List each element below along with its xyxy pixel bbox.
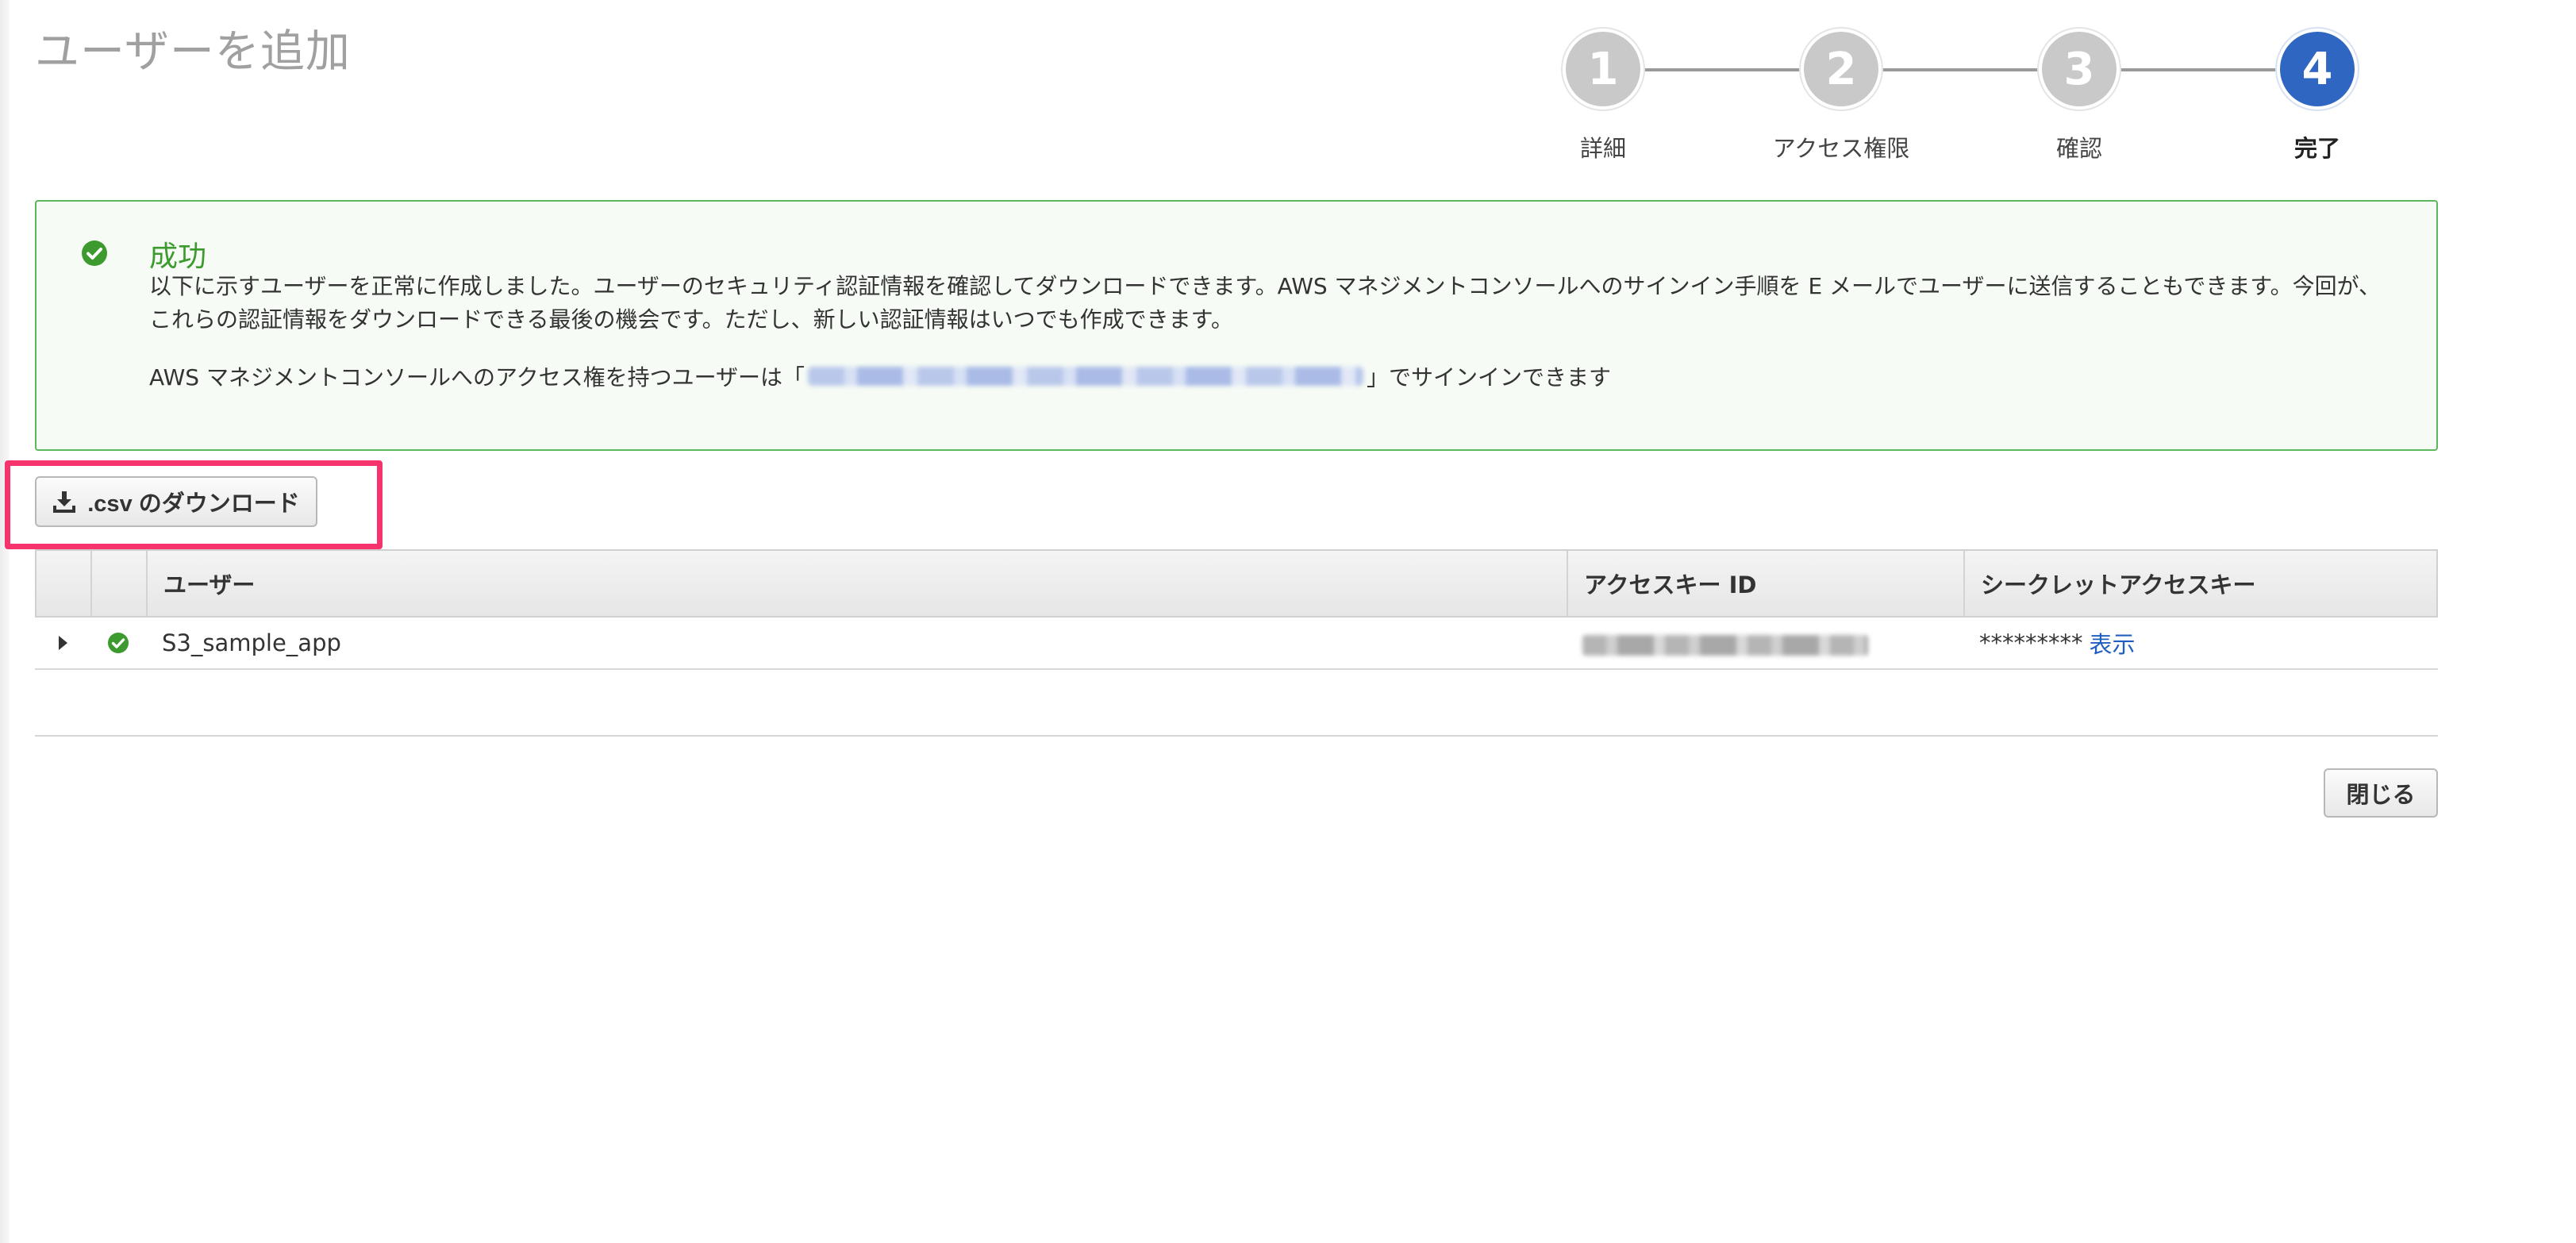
step-number-circle: 2	[1801, 29, 1882, 110]
table-row: S3_sample_app ********* 表示	[35, 618, 2438, 670]
show-secret-link[interactable]: 表示	[2090, 626, 2136, 660]
step-label: アクセス権限	[1772, 135, 1910, 162]
close-button[interactable]: 閉じる	[2324, 768, 2438, 818]
row-secret-access-key: ********* 表示	[1963, 618, 2438, 668]
window-edge	[0, 0, 10, 1243]
caret-right-icon[interactable]	[58, 636, 67, 650]
header-user: ユーザー	[148, 551, 1568, 616]
wizard-step-4: 4 完了	[2214, 29, 2420, 164]
access-key-redacted	[1582, 635, 1868, 656]
signin-url-link-redacted[interactable]	[808, 367, 1364, 386]
header-secret-access-key: シークレットアクセスキー	[1981, 571, 2256, 598]
signin-prefix-text: AWS マネジメントコンソールへのアクセス権を持つユーザーは「	[149, 364, 805, 391]
row-access-key-id	[1567, 618, 1963, 668]
download-csv-button[interactable]: .csv のダウンロード	[35, 476, 317, 527]
credentials-table: ユーザー アクセスキー ID シークレットアクセスキー S3_sample_ap…	[35, 549, 2438, 670]
wizard-progress-line	[1603, 68, 2317, 71]
step-number-circle: 1	[1563, 29, 1644, 110]
header-access-key-id: アクセスキー ID	[1568, 551, 1965, 616]
secret-key-masked: *********	[1979, 629, 2083, 656]
check-circle-icon	[82, 241, 107, 266]
wizard-step-3: 3 確認	[1976, 29, 2182, 164]
header-status	[92, 551, 148, 616]
header-expand	[37, 551, 92, 616]
wizard-step-1: 1 詳細	[1500, 29, 1706, 164]
footer-divider	[35, 735, 2438, 737]
wizard-step-2: 2 アクセス権限	[1738, 29, 1944, 164]
row-expand-toggle[interactable]	[35, 618, 90, 668]
step-label-active: 完了	[2293, 135, 2340, 162]
step-number-circle: 3	[2039, 29, 2120, 110]
success-message: 以下に示すユーザーを正常に作成しました。ユーザーのセキュリティ認証情報を確認して…	[149, 273, 2382, 333]
success-alert: 成功 以下に示すユーザーを正常に作成しました。ユーザーのセキュリティ認証情報を確…	[35, 200, 2438, 451]
download-icon	[53, 491, 76, 513]
signin-url-line: AWS マネジメントコンソールへのアクセス権を持つユーザーは「 」でサインインで…	[149, 360, 1611, 392]
check-circle-icon	[108, 633, 129, 653]
table-header: ユーザー アクセスキー ID シークレットアクセスキー	[35, 549, 2438, 618]
step-label: 確認	[2055, 135, 2102, 162]
step-number-circle-active: 4	[2277, 29, 2358, 110]
page-title: ユーザーを追加	[35, 26, 351, 78]
download-csv-label: .csv のダウンロード	[87, 491, 300, 517]
row-status	[90, 618, 146, 668]
row-user-name: S3_sample_app	[162, 629, 341, 656]
success-title: 成功	[149, 241, 207, 273]
step-label: 詳細	[1579, 135, 1626, 162]
signin-suffix-text: 」でサインインできます	[1367, 364, 1612, 391]
